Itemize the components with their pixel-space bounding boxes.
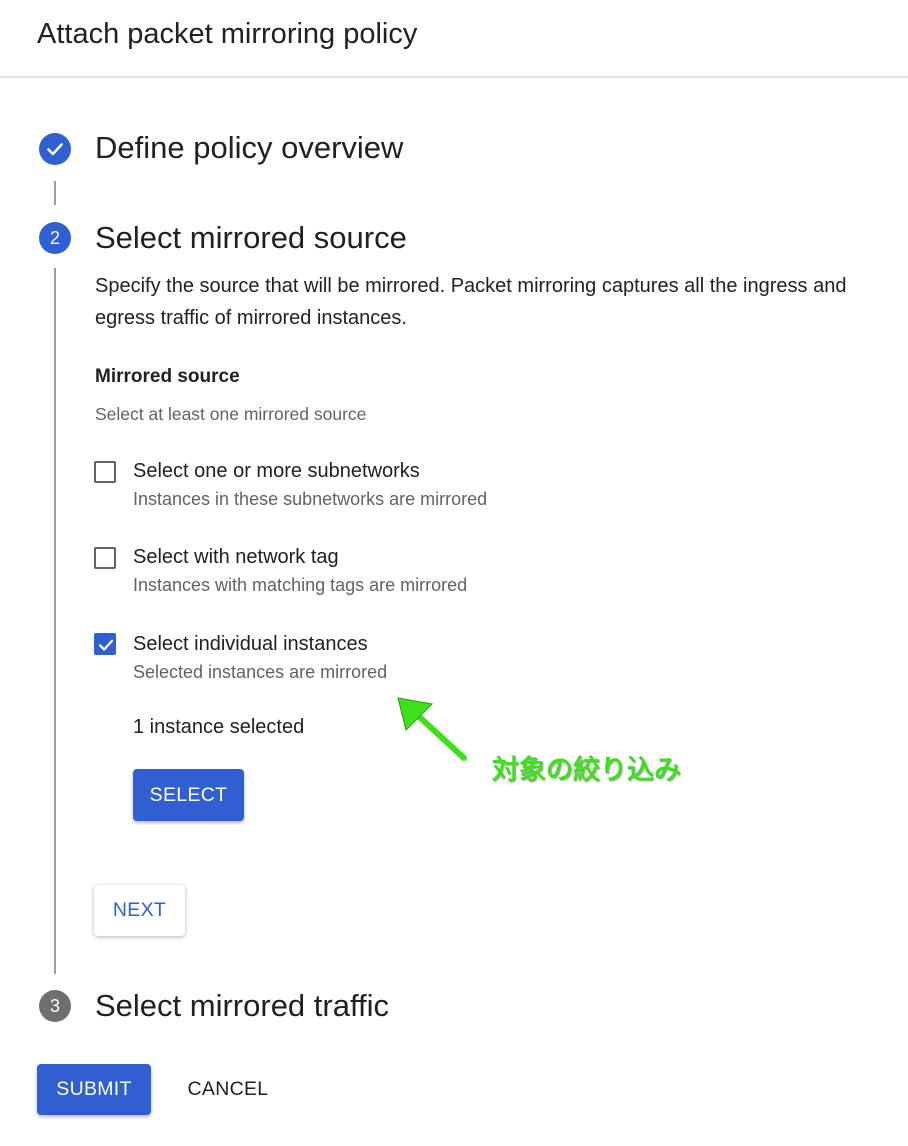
check-icon (47, 143, 63, 156)
network-tag-option-label[interactable]: Select with network tag (133, 546, 339, 569)
subnetworks-checkbox[interactable] (94, 461, 116, 483)
subnetworks-option-label[interactable]: Select one or more subnetworks (133, 460, 420, 483)
step-connector (54, 181, 56, 205)
instances-selected-count: 1 instance selected (133, 716, 305, 738)
network-tag-option-help: Instances with matching tags are mirrore… (133, 575, 468, 595)
mirrored-source-help: Select at least one mirrored source (95, 404, 367, 424)
step-1-title[interactable]: Define policy overview (95, 130, 403, 166)
header: Attach packet mirroring policy (0, 0, 908, 78)
step-3-title[interactable]: Select mirrored traffic (95, 988, 389, 1024)
submit-button[interactable]: SUBMIT (37, 1064, 151, 1115)
dialog-page: Attach packet mirroring policy Define po… (0, 0, 908, 1146)
network-tag-checkbox[interactable] (94, 547, 116, 569)
mirrored-source-label: Mirrored source (95, 366, 240, 387)
step-2-title[interactable]: Select mirrored source (95, 220, 407, 256)
individual-instances-option-label[interactable]: Select individual instances (133, 633, 368, 656)
subnetworks-option-help: Instances in these subnetworks are mirro… (133, 489, 488, 509)
page-title: Attach packet mirroring policy (37, 18, 418, 50)
check-icon (98, 639, 114, 651)
step-2-number: 2 (39, 222, 71, 254)
select-instances-button[interactable]: SELECT (133, 769, 244, 821)
source-description: Specify the source that will be mirrored… (95, 275, 847, 329)
cancel-button[interactable]: CANCEL (170, 1064, 286, 1115)
step-3-number: 3 (39, 990, 71, 1022)
individual-instances-option-help: Selected instances are mirrored (133, 662, 388, 682)
next-button[interactable]: NEXT (94, 885, 185, 936)
annotation-label: 対象の絞り込み (492, 755, 681, 786)
individual-instances-checkbox[interactable] (94, 633, 116, 655)
arrow-icon (397, 697, 467, 761)
step-content-rail (54, 268, 56, 974)
step-1-check-icon (39, 133, 71, 165)
